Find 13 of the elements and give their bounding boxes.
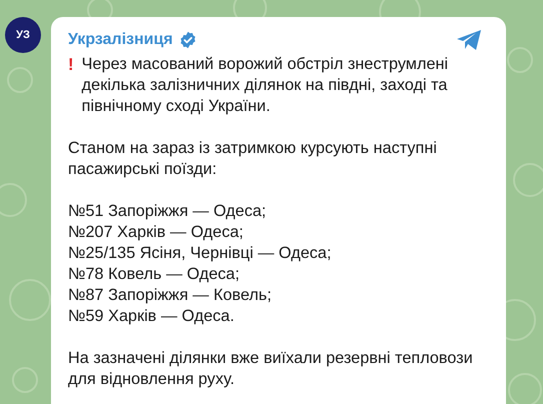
train-route: №78 Ковель — Одеса; (68, 264, 241, 285)
train-route: №59 Харків — Одеса. (68, 306, 236, 327)
message-paragraph: Через масований ворожий обстріл знеструмлені декілька залізничних ділянок на півдні, заході та північному сході України. (82, 54, 448, 117)
share-plane-icon[interactable] (456, 29, 482, 51)
train-route: №87 Запоріжжя — Ковель; (68, 285, 272, 306)
exclamation-icon: ! (68, 54, 74, 75)
train-route: №25/135 Ясіня, Чернівці — Одеса; (68, 243, 332, 264)
train-route: №207 Харків — Одеса; (68, 222, 244, 243)
avatar-logo-text: УЗ (16, 28, 30, 43)
channel-name[interactable]: Укрзалізниця (68, 29, 173, 51)
message-paragraph: Станом на зараз із затримкою курсують наступні пасажирські поїзди: (68, 138, 437, 180)
train-route: №51 Запоріжжя — Одеса; (68, 201, 268, 222)
message-paragraph: На зазначені ділянки вже виїхали резервні тепловози для відновлення руху. (68, 348, 473, 390)
